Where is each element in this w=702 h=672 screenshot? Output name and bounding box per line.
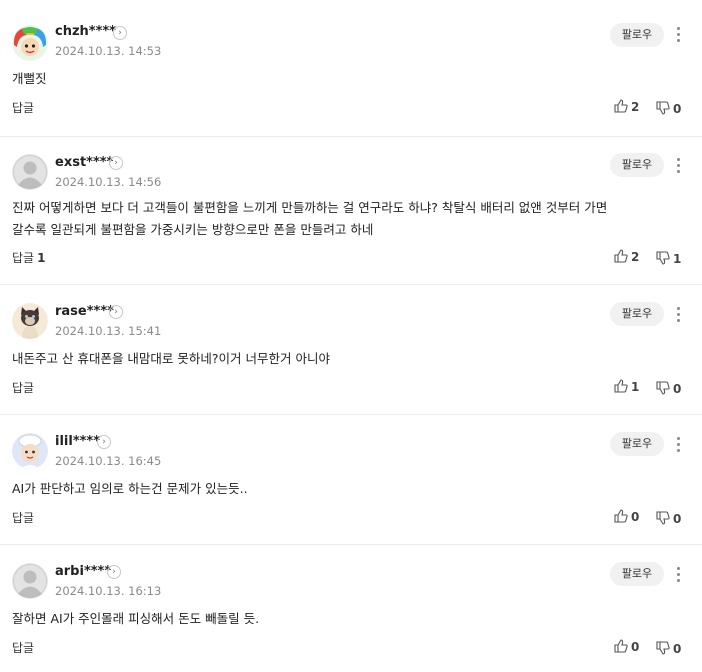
dislike-count: 0 (673, 102, 682, 116)
comment-text-line: AI가 판단하고 임의로 하는건 문제가 있는듯.. (12, 481, 248, 496)
comment-item: exst**** › 2024.10.13. 14:56 팔로우 진짜 어떻게하… (0, 136, 702, 284)
default-avatar-icon (12, 563, 48, 599)
comment-text-line: 진짜 어떻게하면 보다 더 고객들이 불편함을 느끼게 만들까하는 걸 연구라도… (12, 200, 608, 215)
comment-text-line: 갈수록 일관되게 불편함을 가중시키는 방향으로만 폰을 만들려고 하네 (12, 222, 374, 237)
like-button[interactable]: 1 (614, 379, 640, 395)
profile-arrow-icon[interactable]: › (109, 305, 123, 319)
profile-arrow-icon[interactable]: › (107, 565, 121, 579)
reply-button[interactable]: 답글 (12, 379, 37, 396)
like-button[interactable]: 2 (614, 249, 640, 265)
more-options-icon[interactable] (672, 305, 684, 325)
like-button[interactable]: 0 (614, 639, 640, 655)
follow-button[interactable]: 팔로우 (610, 302, 664, 326)
profile-arrow-icon[interactable]: › (113, 26, 127, 40)
more-options-icon[interactable] (672, 25, 684, 45)
dislike-count: 0 (673, 512, 682, 526)
reply-button[interactable]: 답글 1 (12, 249, 45, 266)
comment-nickname[interactable]: ilil**** (55, 434, 100, 449)
comment-item: chzh**** › 2024.10.13. 14:53 팔로우 개뻘짓 답글 … (0, 0, 702, 136)
comment-list: chzh**** › 2024.10.13. 14:53 팔로우 개뻘짓 답글 … (0, 0, 702, 672)
dislike-button[interactable]: 0 (656, 381, 684, 397)
reply-label: 답글 (12, 101, 35, 115)
comment-text-line: 내돈주고 산 휴대폰을 내맘대로 못하네?이거 너무한거 아니야 (12, 351, 330, 366)
like-count: 2 (631, 100, 640, 114)
dislike-count: 0 (673, 642, 682, 656)
like-button[interactable]: 0 (614, 509, 640, 525)
like-count: 1 (631, 380, 640, 394)
follow-button[interactable]: 팔로우 (610, 23, 664, 47)
dislike-button[interactable]: 0 (656, 641, 684, 657)
comment-timestamp: 2024.10.13. 16:45 (55, 454, 162, 468)
comment-item: arbi**** › 2024.10.13. 16:13 팔로우 잘하면 AI가… (0, 544, 702, 672)
reply-label: 답글 (12, 511, 35, 525)
reply-button[interactable]: 답글 (12, 639, 37, 656)
follow-button[interactable]: 팔로우 (610, 562, 664, 586)
profile-arrow-icon[interactable]: › (109, 156, 123, 170)
thumbs-up-icon (614, 249, 628, 263)
user-avatar[interactable] (12, 154, 48, 190)
comment-text: AI가 판단하고 임의로 하는건 문제가 있는듯.. (12, 478, 684, 500)
more-options-icon[interactable] (672, 565, 684, 585)
comment-nickname[interactable]: rase**** (55, 304, 114, 319)
thumbs-up-icon (614, 379, 628, 393)
reply-button[interactable]: 답글 (12, 509, 37, 526)
thumbs-up-icon (614, 509, 628, 523)
reply-button[interactable]: 답글 (12, 99, 37, 116)
dislike-button[interactable]: 0 (656, 101, 684, 117)
comment-timestamp: 2024.10.13. 15:41 (55, 324, 162, 338)
like-count: 0 (631, 510, 640, 524)
rainbow-hair-avatar-icon (12, 25, 48, 61)
chef-avatar-icon (12, 433, 48, 469)
dislike-button[interactable]: 1 (656, 251, 684, 267)
comment-item: rase**** › 2024.10.13. 15:41 팔로우 내돈주고 산 … (0, 284, 702, 414)
more-options-icon[interactable] (672, 156, 684, 176)
follow-button[interactable]: 팔로우 (610, 153, 664, 177)
reply-label: 답글 (12, 381, 35, 395)
thumbs-down-icon (656, 511, 670, 525)
comment-nickname[interactable]: arbi**** (55, 564, 111, 579)
comment-text-line: 잘하면 AI가 주인몰래 피싱해서 돈도 빼돌릴 듯. (12, 611, 260, 626)
user-avatar[interactable] (12, 563, 48, 599)
thumbs-down-icon (656, 381, 670, 395)
comment-timestamp: 2024.10.13. 16:13 (55, 584, 162, 598)
user-avatar[interactable] (12, 303, 48, 339)
dislike-button[interactable]: 0 (656, 511, 684, 527)
comment-text: 내돈주고 산 휴대폰을 내맘대로 못하네?이거 너무한거 아니야 (12, 348, 684, 370)
cat-avatar-icon (12, 303, 48, 339)
comment-text: 잘하면 AI가 주인몰래 피싱해서 돈도 빼돌릴 듯. (12, 608, 684, 630)
thumbs-down-icon (656, 641, 670, 655)
comment-timestamp: 2024.10.13. 14:53 (55, 44, 162, 58)
thumbs-up-icon (614, 639, 628, 653)
comment-nickname[interactable]: chzh**** (55, 24, 116, 39)
thumbs-down-icon (656, 101, 670, 115)
follow-button[interactable]: 팔로우 (610, 432, 664, 456)
comment-timestamp: 2024.10.13. 14:56 (55, 175, 162, 189)
reply-label: 답글 (12, 641, 35, 655)
default-avatar-icon (12, 154, 48, 190)
comment-item: ilil**** › 2024.10.13. 16:45 팔로우 AI가 판단하… (0, 414, 702, 544)
profile-arrow-icon[interactable]: › (97, 435, 111, 449)
dislike-count: 0 (673, 382, 682, 396)
user-avatar[interactable] (12, 433, 48, 469)
comment-text-line: 개뻘짓 (12, 71, 47, 86)
thumbs-down-icon (656, 251, 670, 265)
like-count: 2 (631, 250, 640, 264)
comment-nickname[interactable]: exst**** (55, 155, 113, 170)
user-avatar[interactable] (12, 25, 48, 61)
reply-label: 답글 (12, 251, 35, 265)
dislike-count: 1 (673, 252, 682, 266)
comment-text: 진짜 어떻게하면 보다 더 고객들이 불편함을 느끼게 만들까하는 걸 연구라도… (12, 197, 684, 241)
thumbs-up-icon (614, 99, 628, 113)
like-count: 0 (631, 640, 640, 654)
more-options-icon[interactable] (672, 435, 684, 455)
like-button[interactable]: 2 (614, 99, 640, 115)
reply-count: 1 (37, 251, 46, 265)
comment-text: 개뻘짓 (12, 68, 684, 90)
